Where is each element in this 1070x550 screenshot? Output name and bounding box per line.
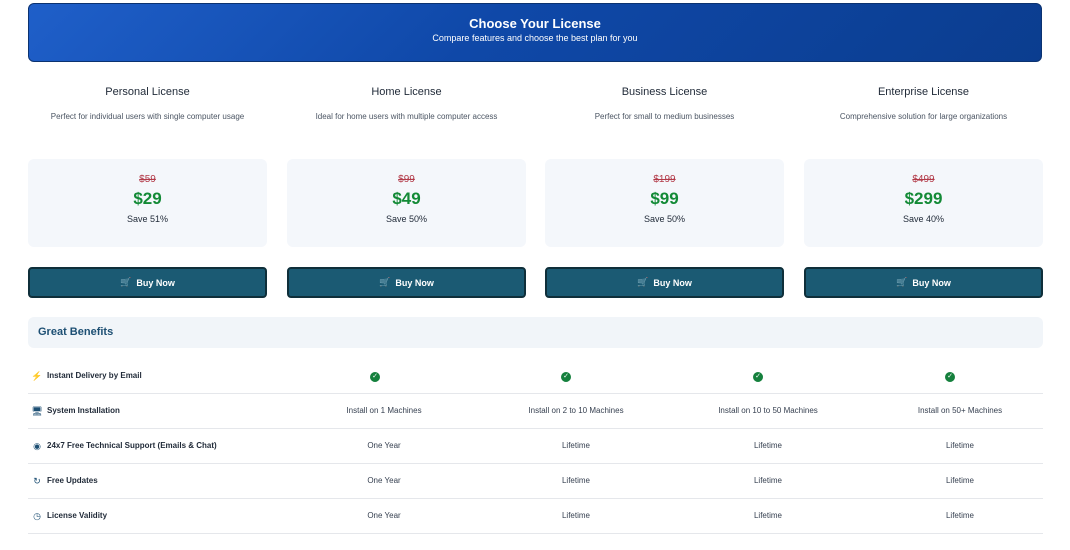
benefit-row-support: ◉ 24x7 Free Technical Support (Emails & … (28, 429, 1043, 464)
cart-icon: 🛒 (896, 277, 908, 287)
benefit-value: Lifetime (945, 511, 974, 520)
plan-description: Ideal for home users with multiple compu… (315, 112, 498, 121)
benefit-row-delivery: ⚡ Instant Delivery by Email ✓ ✓ ✓ ✓ (28, 359, 1043, 394)
plan-enterprise: Enterprise License Comprehensive solutio… (804, 78, 1043, 298)
old-price: $59 (139, 174, 156, 185)
page-title: Choose Your License (469, 16, 601, 31)
plan-description: Perfect for small to medium businesses (594, 112, 735, 121)
current-price: $29 (133, 189, 162, 208)
current-price: $299 (904, 189, 943, 208)
buy-now-button[interactable]: 🛒 Buy Now (28, 267, 267, 298)
cart-icon: 🛒 (637, 277, 649, 287)
check-icon: ✓ (370, 372, 380, 382)
benefit-value: Lifetime (945, 441, 974, 450)
benefit-value: ✓ (486, 371, 646, 382)
benefit-row-validity: ◷ License Validity One Year Lifetime Lif… (28, 499, 1043, 534)
cart-icon: 🛒 (379, 277, 391, 287)
benefit-value: Install on 2 to 10 Machines (528, 406, 624, 415)
buy-now-label: Buy Now (136, 277, 175, 288)
price-box: $59 $29 Save 51% (28, 159, 267, 247)
benefit-value: Lifetime (753, 441, 782, 450)
plan-name: Business License (621, 86, 708, 98)
benefit-label: Instant Delivery by Email (47, 371, 142, 380)
header-banner: Choose Your License Compare features and… (28, 3, 1042, 62)
price-box: $499 $299 Save 40% (804, 159, 1043, 247)
check-icon: ✓ (561, 372, 571, 382)
savings: Save 50% (643, 214, 686, 224)
plan-home: Home License Ideal for home users with m… (287, 78, 526, 298)
monitor-icon: 🖥 (31, 406, 43, 416)
price-box: $99 $49 Save 50% (287, 159, 526, 247)
check-icon: ✓ (753, 372, 763, 382)
benefit-value: ✓ (678, 371, 838, 382)
plan-name: Enterprise License (877, 86, 970, 98)
price-box: $199 $99 Save 50% (545, 159, 784, 247)
benefit-row-updates: ↻ Free Updates One Year Lifetime Lifetim… (28, 464, 1043, 499)
savings: Save 51% (126, 214, 169, 224)
benefit-value: Lifetime (753, 476, 782, 485)
plan-description: Perfect for individual users with single… (50, 112, 245, 121)
benefit-label: 24x7 Free Technical Support (Emails & Ch… (47, 441, 217, 450)
benefit-value: Lifetime (561, 476, 590, 485)
plan-name: Personal License (105, 86, 190, 98)
benefit-label: System Installation (47, 406, 120, 415)
buy-now-button[interactable]: 🛒 Buy Now (545, 267, 784, 298)
buy-now-label: Buy Now (912, 277, 951, 288)
benefit-value: Lifetime (945, 476, 974, 485)
buy-now-button[interactable]: 🛒 Buy Now (287, 267, 526, 298)
buy-now-label: Buy Now (395, 277, 434, 288)
benefit-value: Install on 1 Machines (346, 406, 422, 415)
benefit-label: Free Updates (47, 476, 98, 485)
old-price: $499 (912, 174, 935, 185)
benefit-value: One Year (367, 476, 401, 485)
plan-name: Home License (371, 86, 442, 98)
benefit-value: One Year (367, 441, 401, 450)
lifebuoy-icon: ◉ (33, 441, 41, 451)
savings: Save 40% (902, 214, 945, 224)
benefit-value: Install on 10 to 50 Machines (718, 406, 818, 415)
benefits-header: Great Benefits (28, 317, 1043, 348)
plan-personal: Personal License Perfect for individual … (28, 78, 267, 298)
current-price: $49 (392, 189, 421, 208)
old-price: $199 (653, 174, 676, 185)
clock-icon: ◷ (33, 511, 41, 521)
bolt-icon: ⚡ (31, 371, 43, 381)
plan-business: Business License Perfect for small to me… (545, 78, 784, 298)
benefits-title: Great Benefits (38, 326, 114, 338)
refresh-icon: ↻ (33, 476, 41, 486)
buy-now-button[interactable]: 🛒 Buy Now (804, 267, 1043, 298)
cart-icon: 🛒 (120, 277, 132, 287)
plans: Personal License Perfect for individual … (28, 78, 1044, 298)
benefit-label: License Validity (47, 511, 108, 520)
buy-now-label: Buy Now (653, 277, 692, 288)
benefit-value: Install on 50+ Machines (917, 406, 1003, 415)
benefit-value: ✓ (870, 371, 1030, 382)
benefit-value: Lifetime (561, 511, 590, 520)
current-price: $99 (650, 189, 679, 208)
benefits-table: ⚡ Instant Delivery by Email ✓ ✓ ✓ ✓ 🖥 Sy… (28, 359, 1043, 534)
savings: Save 50% (385, 214, 428, 224)
benefit-row-installation: 🖥 System Installation Install on 1 Machi… (28, 394, 1043, 429)
benefit-value: Lifetime (753, 511, 782, 520)
check-icon: ✓ (945, 372, 955, 382)
old-price: $99 (398, 174, 415, 185)
plan-description: Comprehensive solution for large organiz… (839, 112, 1008, 121)
benefit-value: Lifetime (561, 441, 590, 450)
benefit-value: ✓ (295, 371, 455, 382)
page-subtitle: Compare features and choose the best pla… (432, 33, 638, 43)
benefit-value: One Year (367, 511, 401, 520)
